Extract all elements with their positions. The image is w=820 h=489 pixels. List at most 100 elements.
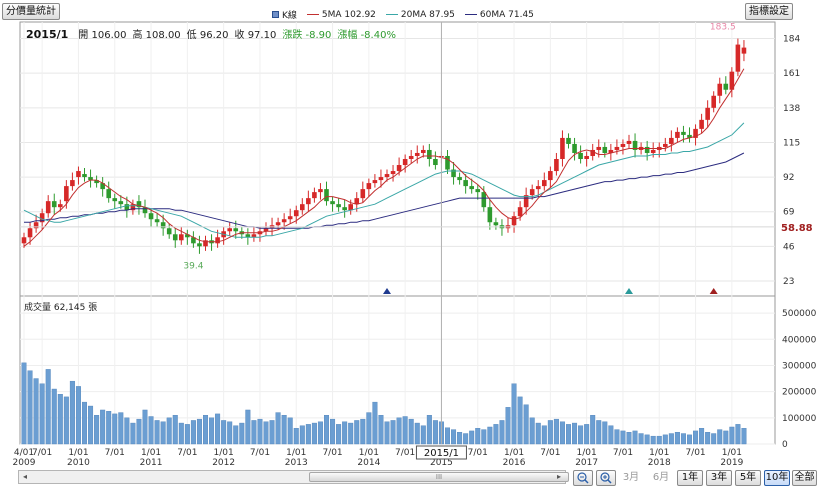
volume-bar xyxy=(51,388,57,445)
volume-bar xyxy=(620,430,626,445)
candle-body xyxy=(572,143,577,153)
volume-bar xyxy=(227,421,233,445)
candle-body xyxy=(318,189,323,193)
range-6m-button[interactable]: 6月 xyxy=(650,470,672,486)
candle-body xyxy=(215,237,220,244)
volume-bar xyxy=(529,417,535,445)
volume-bar xyxy=(402,416,408,445)
candle-body xyxy=(51,201,57,208)
scrollbar-thumb[interactable]: III xyxy=(309,472,569,482)
volume-bar xyxy=(39,383,45,445)
volume-bar xyxy=(693,430,699,445)
volume-bar xyxy=(723,430,729,445)
candle-body xyxy=(517,207,523,217)
volume-bar xyxy=(317,421,323,445)
candle-body xyxy=(64,186,69,202)
candle-body xyxy=(723,83,729,90)
time-tick-year: 2017 xyxy=(575,458,598,468)
time-tick-label: 1/01 xyxy=(286,448,306,458)
scroll-left-arrow-icon[interactable]: ◂ xyxy=(19,471,31,483)
candle-body xyxy=(650,149,656,153)
candle-body xyxy=(554,159,559,172)
volume-bar xyxy=(572,422,578,445)
candle-body xyxy=(27,228,33,238)
volume-bar xyxy=(705,432,711,445)
volume-bar xyxy=(124,417,130,445)
zoom-in-icon xyxy=(600,472,612,484)
volume-bar xyxy=(196,418,202,445)
candle-body xyxy=(705,107,710,120)
candle-body xyxy=(82,174,87,178)
range-3y-button[interactable]: 3年 xyxy=(706,470,732,486)
volume-bar xyxy=(457,432,463,445)
candle-body xyxy=(408,155,414,159)
ma5-line xyxy=(23,68,745,247)
time-tick-label: 7/01 xyxy=(105,448,125,458)
candle-body xyxy=(511,216,517,226)
candle-body xyxy=(384,174,390,178)
candle-body xyxy=(360,189,366,199)
range-5y-button[interactable]: 5年 xyxy=(735,470,761,486)
zoom-out-button[interactable] xyxy=(573,470,593,486)
volume-bar xyxy=(541,425,547,445)
time-tick-year: 2013 xyxy=(285,458,308,468)
candle-body xyxy=(348,204,353,211)
candle-body xyxy=(414,152,420,156)
volume-bar xyxy=(239,422,245,445)
time-tick-label: 7/01 xyxy=(250,448,270,458)
volume-bar xyxy=(209,417,215,445)
volume-bar xyxy=(281,415,287,445)
volume-bar xyxy=(75,386,81,445)
volume-bar xyxy=(215,413,221,445)
scroll-right-arrow-icon[interactable]: ▸ xyxy=(553,471,565,483)
volume-bar xyxy=(662,434,668,445)
info-high: 高 108.00 xyxy=(132,30,181,41)
volume-tick-label: 300000 xyxy=(782,361,817,371)
timeline-scrollbar[interactable]: ◂ III ▸ xyxy=(18,470,569,484)
range-10y-button[interactable]: 10年 xyxy=(764,470,790,486)
volume-bar xyxy=(275,412,281,445)
volume-bar xyxy=(130,422,136,445)
volume-bar xyxy=(729,426,735,445)
volume-label: 成交量 62,145 張 xyxy=(24,303,98,313)
signal-marker-icon xyxy=(625,288,633,294)
volume-bar xyxy=(184,424,190,445)
volume-bar xyxy=(741,428,747,445)
volume-bar xyxy=(414,422,420,445)
candle-body xyxy=(70,180,75,187)
volume-bar xyxy=(699,428,705,445)
volume-bar xyxy=(445,427,451,445)
candle-body xyxy=(584,155,589,159)
max-price-annotation: 183.5 xyxy=(710,22,736,32)
price-tick-label: 92 xyxy=(783,173,794,183)
volume-bar xyxy=(142,409,148,445)
candle-body xyxy=(172,234,178,241)
time-tick-label: 1/01 xyxy=(577,448,597,458)
candle-body xyxy=(669,137,674,144)
zoom-in-button[interactable] xyxy=(596,470,616,486)
candle-body xyxy=(681,131,686,135)
stock-chart[interactable]: 183.5 39.4 23 46 69 92 115 138 161 184 0 100000 200… xyxy=(0,0,820,487)
volume-bar xyxy=(408,418,414,445)
price-tick-label: 115 xyxy=(783,138,800,148)
candle-body xyxy=(336,204,341,208)
candle-body xyxy=(112,198,118,202)
volume-tick-label: 200000 xyxy=(782,388,817,398)
range-3m-button[interactable]: 3月 xyxy=(620,470,642,486)
candle-body xyxy=(457,177,462,181)
volume-bar xyxy=(566,424,572,445)
volume-bar xyxy=(69,380,75,445)
volume-bar xyxy=(680,433,686,445)
range-1y-button[interactable]: 1年 xyxy=(677,470,703,486)
time-tick-label: 7/01 xyxy=(322,448,342,458)
time-tick-label: 1/01 xyxy=(214,448,234,458)
volume-bar xyxy=(596,420,602,445)
candle-body xyxy=(148,213,154,220)
volume-bar xyxy=(420,425,426,445)
volume-bar xyxy=(342,421,348,445)
volume-bar xyxy=(293,428,299,445)
range-all-button[interactable]: 全部 xyxy=(792,470,817,486)
volume-bar xyxy=(106,411,112,445)
volume-tick-label: 400000 xyxy=(782,335,817,345)
volume-bar xyxy=(366,412,372,445)
